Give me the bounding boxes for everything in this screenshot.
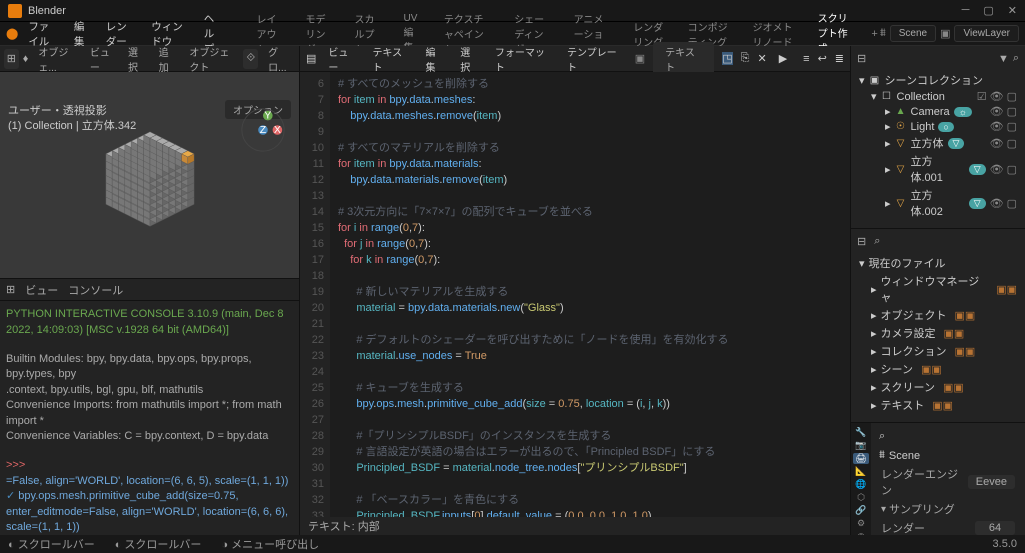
blender-icon [8, 4, 22, 18]
vp-add[interactable]: 追加 [153, 42, 180, 76]
vp-global[interactable]: グロ... [262, 42, 295, 76]
data-api-icon[interactable]: ⊟ [857, 235, 866, 248]
props-tab-icon[interactable]: 🌐 [853, 479, 869, 490]
run-script-icon[interactable]: ▶ [779, 52, 787, 65]
current-file-title: 現在のファイル [869, 255, 946, 271]
outliner-item[interactable]: ▸☉Light○👁▢ [857, 119, 1019, 134]
close-icon[interactable]: ✕ [1008, 4, 1017, 17]
navigation-gizmo[interactable]: X Y Z [239, 106, 287, 154]
vp-view[interactable]: ビュー [84, 42, 118, 76]
text-icon: ▣ [635, 52, 645, 65]
status-right: メニュー呼び出し [231, 539, 319, 551]
viewlayer-select[interactable]: ViewLayer [954, 25, 1019, 42]
ed-text[interactable]: テキスト [368, 42, 413, 76]
line-numbers-icon[interactable]: ≡ [803, 53, 809, 65]
svg-text:Y: Y [264, 109, 271, 121]
datablock-row[interactable]: ▸オブジェクト▣▣ [857, 306, 1019, 324]
mode-icon[interactable]: ♦ [23, 53, 29, 65]
props-tab-icon[interactable]: 🔗 [853, 505, 869, 516]
filename[interactable]: テキスト [653, 42, 714, 76]
props-tab-icon[interactable]: ⬡ [853, 492, 869, 503]
console-view[interactable]: ビュー [25, 282, 58, 298]
properties-panel: 🔧📷🖨📐🌐⬡🔗⚙◉▤🔺◐✦🎨 ⌕ ⩩Scene レンダーエンジン Eevee ▾… [851, 423, 1025, 535]
editor-type-icon[interactable]: ⊞ [6, 283, 15, 296]
scene-icon: ⩩ [879, 449, 885, 462]
unlink-icon[interactable]: ⎘ [741, 52, 750, 65]
current-file-panel[interactable]: ⊟⌕ ▾現在のファイル ▸ウィンドウマネージャ▣▣▸オブジェクト▣▣▸カメラ設定… [851, 229, 1025, 423]
orientation-icon[interactable]: ⟐ [243, 49, 258, 69]
props-tab-icon[interactable]: 📐 [853, 466, 869, 477]
render-samples[interactable]: 64 [975, 521, 1015, 535]
outliner-item[interactable]: ▸▲Camera☼👁▢ [857, 104, 1019, 119]
ed-view[interactable]: ビュー [324, 42, 360, 76]
statusbar: ◐ スクロールバー ◐ スクロールバー ◑ メニュー呼び出し 3.5.0 [0, 535, 1025, 553]
scene-select[interactable]: Scene [890, 25, 936, 42]
datablock-row[interactable]: ▸テキスト▣▣ [857, 396, 1019, 414]
props-tab-icon[interactable]: ◉ [853, 531, 869, 535]
filter-icon[interactable]: ▼ [998, 53, 1009, 65]
status-left: スクロールバー [18, 539, 95, 551]
viewport-3d[interactable]: オプション ユーザー・透視投影 (1) Collection | 立方体.342… [0, 72, 299, 278]
outliner-item[interactable]: ▸▽立方体.001▽👁▢ [857, 152, 1019, 186]
search-icon[interactable]: ⌕ [879, 430, 885, 443]
syntax-icon[interactable]: ≣ [835, 52, 844, 65]
ed-format[interactable]: フォーマット [491, 42, 555, 76]
sampling-section[interactable]: サンプリング [889, 501, 955, 517]
console-banner: PYTHON INTERACTIVE CONSOLE 3.10.9 (main,… [6, 307, 293, 338]
scene-collection-row[interactable]: ▾▣シーンコレクション [857, 71, 1019, 89]
app-title: Blender [28, 5, 66, 17]
props-tab-icon[interactable]: 🔧 [853, 427, 869, 438]
vp-object[interactable]: オブジェクト [183, 42, 239, 76]
props-tab-icon[interactable]: 🖨 [853, 453, 869, 464]
console-hist: =False, align='WORLD', location=(6, 6, 5… [6, 474, 293, 489]
scene-icon: ⩩ [880, 27, 886, 40]
render-samples-label: レンダー [881, 520, 971, 535]
render-engine-select[interactable]: Eevee [968, 475, 1015, 489]
viewport-toolbar: ⊞ ♦ オブジェ... ビュー 選択 追加 オブジェクト ⟐ グロ... [0, 46, 299, 72]
layer-icon: ▣ [940, 27, 950, 40]
outliner-type-icon[interactable]: ⊟ [857, 52, 866, 65]
console-call1: bpy.ops.mesh.primitive_cube_add(size=0.7… [6, 490, 288, 533]
props-tab-icon[interactable]: 📷 [853, 440, 869, 451]
text-status: テキスト: 内部 [308, 518, 380, 534]
ed-select[interactable]: 選択 [456, 42, 483, 76]
render-engine-label: レンダーエンジン [881, 466, 964, 498]
text-editor-header: ▤ ビュー テキスト 編集 選択 フォーマット テンプレート ▣ テキスト ◳ … [300, 46, 850, 72]
props-tab-icon[interactable]: ⚙ [853, 518, 869, 529]
datablock-row[interactable]: ▸コレクション▣▣ [857, 342, 1019, 360]
editor-type-icon[interactable]: ▤ [306, 52, 316, 65]
datablock-row[interactable]: ▸ウィンドウマネージャ▣▣ [857, 272, 1019, 306]
collection-row[interactable]: ▾☐Collection ☑👁▢ [857, 89, 1019, 104]
text-editor[interactable]: 6789101112131415161718192021222324252627… [300, 72, 850, 517]
outliner-item[interactable]: ▸▽立方体.002▽👁▢ [857, 186, 1019, 220]
outliner[interactable]: ⊟ ▼ ⌕ ▾▣シーンコレクション ▾☐Collection ☑👁▢ ▸▲Cam… [851, 46, 1025, 229]
svg-text:X: X [274, 124, 281, 136]
ed-template[interactable]: テンプレート [563, 42, 627, 76]
close-text-icon[interactable]: ✕ [757, 52, 766, 65]
status-mid: スクロールバー [124, 539, 201, 551]
new-icon[interactable]: ◳ [722, 52, 732, 65]
datablock-row[interactable]: ▸シーン▣▣ [857, 360, 1019, 378]
vp-select[interactable]: 選択 [122, 42, 149, 76]
svg-text:Z: Z [260, 124, 267, 136]
maximize-icon[interactable]: ▢ [983, 4, 993, 17]
ed-edit[interactable]: 編集 [422, 42, 449, 76]
minimize-icon[interactable]: ─ [962, 4, 970, 17]
cube-array [70, 100, 230, 250]
blender-menu-icon[interactable]: ⬤ [6, 27, 18, 40]
search-icon[interactable]: ⌕ [1013, 52, 1019, 65]
python-console[interactable]: PYTHON INTERACTIVE CONSOLE 3.10.9 (main,… [0, 300, 299, 535]
object-mode[interactable]: オブジェ... [32, 42, 80, 76]
outliner-item[interactable]: ▸▽立方体▽👁▢ [857, 134, 1019, 152]
version: 3.5.0 [993, 538, 1017, 550]
wrap-icon[interactable]: ↩ [818, 52, 827, 65]
add-workspace[interactable]: + [871, 28, 877, 40]
prompt: >>> [6, 459, 25, 471]
console-tab[interactable]: コンソール [68, 282, 123, 298]
editor-type-icon[interactable]: ⊞ [4, 49, 19, 69]
datablock-row[interactable]: ▸スクリーン▣▣ [857, 378, 1019, 396]
props-scene: Scene [889, 450, 920, 462]
datablock-row[interactable]: ▸カメラ設定▣▣ [857, 324, 1019, 342]
